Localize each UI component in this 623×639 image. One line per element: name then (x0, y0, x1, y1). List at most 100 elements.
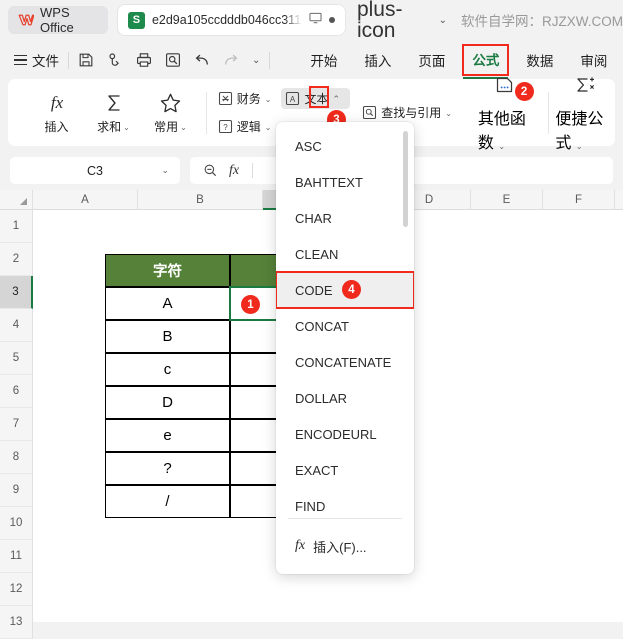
svg-text:fx: fx (50, 93, 63, 112)
dropdown-item-char[interactable]: CHAR (276, 200, 414, 236)
autosum-button[interactable]: 求和 ⌄ (85, 79, 142, 146)
table-cell-b9[interactable]: / (105, 485, 230, 518)
financial-label: 财务 (236, 92, 261, 106)
chevron-down-icon[interactable]: ⌄ (265, 95, 272, 104)
column-header-a[interactable]: A (33, 190, 138, 210)
insert-function-label: 插入 (44, 120, 69, 134)
row-header-11[interactable]: 11 (0, 540, 33, 573)
step-badge-2: 2 (514, 82, 534, 101)
save-icon[interactable] (78, 52, 94, 68)
other-fn-icon (493, 73, 517, 102)
dropdown-insert-function-item[interactable]: fx 插入(F)... (276, 526, 414, 566)
chevron-down-icon[interactable]: ⌄ (161, 165, 169, 176)
financial-functions-button[interactable]: 财务 ⌄ (214, 88, 276, 109)
row-header-8[interactable]: 8 (0, 441, 33, 474)
dropdown-item-concatenate[interactable]: CONCATENATE (276, 344, 414, 380)
chevron-up-icon[interactable]: ⌃ (332, 94, 340, 105)
wps-office-home-chip[interactable]: WPS Office (8, 5, 108, 35)
print-preview-icon[interactable] (165, 52, 181, 68)
column-header-g[interactable]: G (615, 190, 623, 210)
fx-icon: fx (45, 90, 69, 116)
insert-function-button[interactable]: fx 插入 (28, 79, 85, 146)
monitor-icon[interactable] (309, 11, 322, 29)
other-functions-button[interactable]: 其他函数 ⌄ 2 (478, 77, 534, 152)
name-box[interactable]: C3 ⌄ (10, 157, 180, 184)
dropdown-item-code[interactable]: CODE 4 (276, 271, 414, 309)
share-link-icon[interactable] (107, 52, 123, 68)
dropdown-item-dollar[interactable]: DOLLAR (276, 380, 414, 416)
chevron-down-icon[interactable]: ⌄ (576, 142, 583, 151)
dropdown-item-exact[interactable]: EXACT (276, 452, 414, 488)
step-badge-4: 4 (342, 280, 361, 299)
chevron-down-icon[interactable]: ⌄ (123, 123, 130, 132)
common-functions-button[interactable]: 常用 ⌄ (142, 79, 199, 146)
table-cell-b7[interactable]: e (105, 419, 230, 452)
step-badge-1: 1 (241, 295, 260, 314)
lookup-reference-button[interactable]: 查找与引用 ⌄ (358, 102, 456, 123)
undo-icon[interactable] (194, 52, 210, 68)
dropdown-item-concat[interactable]: CONCAT (276, 308, 414, 344)
row-header-5[interactable]: 5 (0, 342, 33, 375)
dropdown-item-clean[interactable]: CLEAN (276, 236, 414, 272)
dropdown-insert-label: 插入(F)... (313, 539, 367, 555)
table-cell-b8[interactable]: ? (105, 452, 230, 485)
chevron-down-icon[interactable]: ⌄ (439, 15, 447, 26)
zoom-out-icon[interactable] (203, 163, 218, 178)
row-header-13[interactable]: 13 (0, 606, 33, 639)
row-header-12[interactable]: 12 (0, 573, 33, 606)
print-icon[interactable] (136, 52, 152, 68)
divider (206, 91, 207, 134)
common-text: 常用 (154, 120, 179, 134)
table-header-b2[interactable]: 字符 (105, 254, 230, 287)
quick-formula-button[interactable]: 便捷公式 ⌄ (555, 76, 615, 152)
column-header-e[interactable]: E (471, 190, 543, 210)
dropdown-item-asc[interactable]: ASC (276, 128, 414, 164)
select-all-corner[interactable] (0, 190, 33, 210)
dropdown-item-list: ASC BAHTTEXT CHAR CLEAN CODE 4 CONCAT CO… (276, 128, 414, 524)
row-header-9[interactable]: 9 (0, 474, 33, 507)
ribbon-group-category-1: 财务 ⌄ ? 逻辑 ⌄ (214, 79, 276, 146)
document-tab[interactable]: S e2d9a105ccdddb046cc311e (117, 5, 345, 35)
document-tab-name: e2d9a105ccdddb046cc311e (151, 13, 302, 27)
tab-review[interactable]: 审阅 (579, 48, 608, 72)
tab-page[interactable]: 页面 (417, 48, 446, 72)
row-header-7[interactable]: 7 (0, 408, 33, 441)
menu-bar: 文件 ⌄ 开始 插入 页面 公式 数据 审阅 (0, 40, 623, 80)
row-header-4[interactable]: 4 (0, 309, 33, 342)
text-functions-dropdown-menu[interactable]: ASC BAHTTEXT CHAR CLEAN CODE 4 CONCAT CO… (276, 122, 414, 574)
dropdown-item-encodeurl[interactable]: ENCODEURL (276, 416, 414, 452)
column-header-f[interactable]: F (543, 190, 615, 210)
table-cell-b6[interactable]: D (105, 386, 230, 419)
dropdown-item-bahttext[interactable]: BAHTTEXT (276, 164, 414, 200)
fx-icon[interactable]: fx (229, 163, 239, 179)
row-header-2[interactable]: 2 (0, 243, 33, 276)
chevron-down-icon[interactable]: ⌄ (498, 142, 505, 151)
lookup-label: 查找与引用 (381, 106, 442, 120)
row-header-3[interactable]: 3 (0, 276, 33, 309)
row-header-6[interactable]: 6 (0, 375, 33, 408)
tab-formula[interactable]: 公式 (462, 44, 510, 79)
table-cell-b4[interactable]: B (105, 320, 230, 353)
spreadsheet-file-icon: S (127, 11, 145, 29)
tab-insert[interactable]: 插入 (363, 48, 392, 72)
logical-functions-button[interactable]: ? 逻辑 ⌄ (214, 116, 276, 137)
chevron-down-icon[interactable]: ⌄ (180, 123, 187, 132)
row-header-10[interactable]: 10 (0, 507, 33, 540)
tab-data[interactable]: 数据 (525, 48, 554, 72)
chevron-down-icon[interactable]: ⌄ (445, 109, 452, 118)
table-cell-b5[interactable]: c (105, 353, 230, 386)
tab-start[interactable]: 开始 (309, 48, 338, 72)
file-menu-button[interactable]: 文件 (14, 50, 59, 70)
logical-icon: ? (218, 119, 233, 134)
table-cell-b3[interactable]: A (105, 287, 230, 320)
new-tab-button[interactable]: plus-icon (357, 0, 431, 41)
column-header-b[interactable]: B (138, 190, 263, 210)
chevron-down-icon[interactable]: ⌄ (265, 123, 272, 132)
customize-caret-icon[interactable]: ⌄ (252, 55, 260, 66)
dropdown-scrollbar[interactable] (403, 131, 408, 227)
redo-icon[interactable] (223, 52, 239, 68)
dot-icon[interactable] (328, 17, 335, 23)
other-functions-label: 其他函数 ⌄ (478, 105, 532, 153)
wps-office-label: WPS Office (40, 5, 74, 35)
row-header-1[interactable]: 1 (0, 210, 33, 243)
